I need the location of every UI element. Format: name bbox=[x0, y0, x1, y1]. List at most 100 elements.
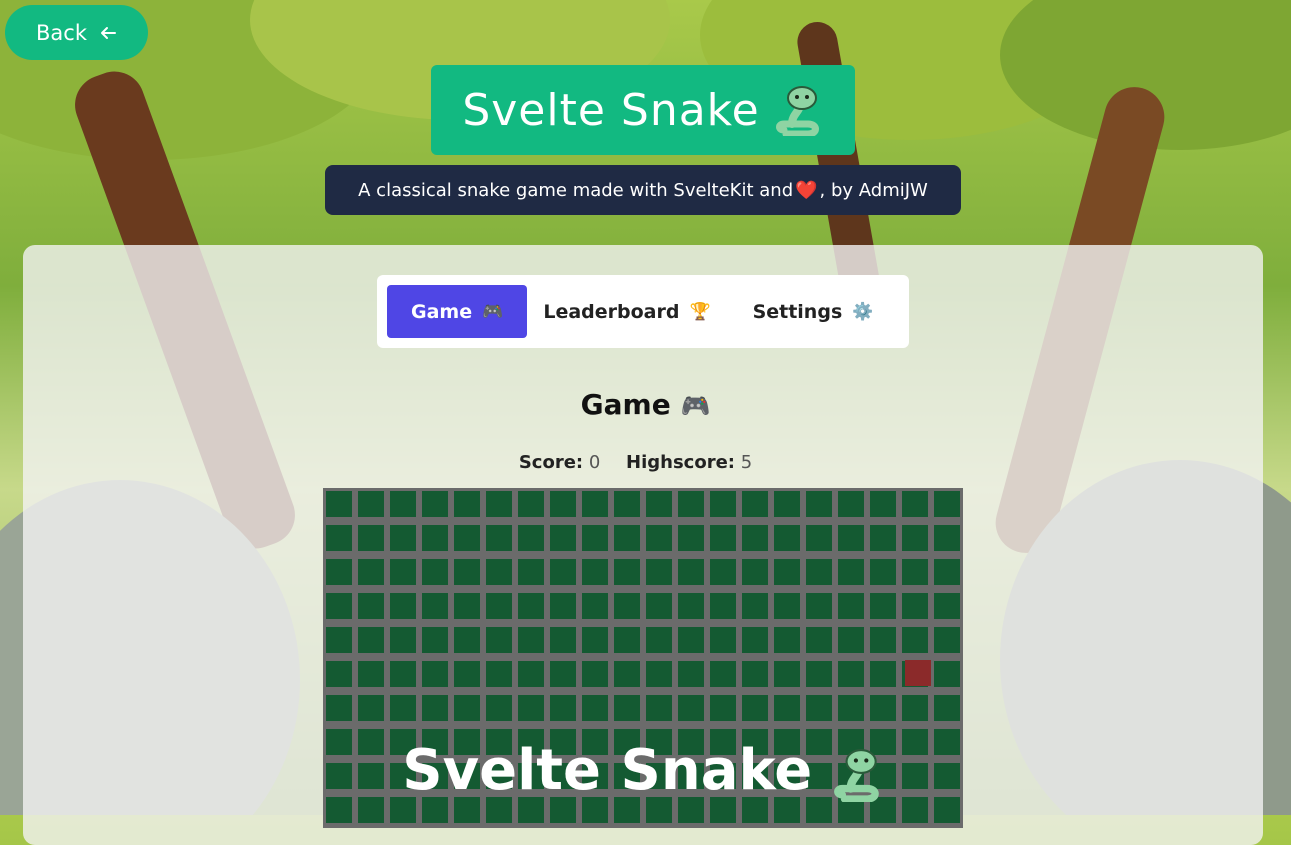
board-cell bbox=[710, 525, 736, 551]
board-cell bbox=[934, 661, 960, 687]
game-heading: Game 🎮 bbox=[0, 388, 1291, 421]
board-cell bbox=[838, 627, 864, 653]
app-title-banner: Svelte Snake bbox=[431, 65, 855, 155]
highscore-label: Highscore: bbox=[626, 452, 735, 473]
board-cell bbox=[934, 559, 960, 585]
board-cell bbox=[550, 491, 576, 517]
gamepad-icon: 🎮 bbox=[482, 301, 504, 322]
board-cell bbox=[582, 525, 608, 551]
board-cell bbox=[774, 491, 800, 517]
board-cell bbox=[550, 559, 576, 585]
board-cell bbox=[646, 559, 672, 585]
board-cell bbox=[486, 559, 512, 585]
tab-settings[interactable]: Settings ⚙️ bbox=[727, 285, 899, 338]
board-cell bbox=[326, 525, 352, 551]
board-cell bbox=[678, 627, 704, 653]
board-cell bbox=[806, 559, 832, 585]
board-cell bbox=[454, 627, 480, 653]
board-cell bbox=[838, 525, 864, 551]
board-cell bbox=[358, 559, 384, 585]
board-cell bbox=[774, 661, 800, 687]
board-cell bbox=[646, 695, 672, 721]
board-cell bbox=[646, 491, 672, 517]
board-cell bbox=[614, 695, 640, 721]
board-cell bbox=[838, 491, 864, 517]
trophy-icon: 🏆 bbox=[689, 301, 711, 322]
board-cell bbox=[806, 593, 832, 619]
board-cell bbox=[454, 491, 480, 517]
subtitle-text: A classical snake game made with SvelteK… bbox=[358, 179, 794, 201]
board-cell bbox=[678, 695, 704, 721]
board-cell bbox=[422, 695, 448, 721]
tab-bar: Game 🎮 Leaderboard 🏆 Settings ⚙️ bbox=[377, 275, 909, 348]
board-cell bbox=[486, 593, 512, 619]
board-cell bbox=[390, 627, 416, 653]
board-cell bbox=[518, 559, 544, 585]
board-cell bbox=[486, 661, 512, 687]
board-overlay-text: Svelte Snake bbox=[402, 738, 813, 803]
board-cell bbox=[870, 559, 896, 585]
gear-icon: ⚙️ bbox=[852, 301, 874, 322]
board-cell bbox=[422, 627, 448, 653]
tab-leaderboard[interactable]: Leaderboard 🏆 bbox=[527, 285, 727, 338]
board-cell bbox=[390, 593, 416, 619]
board-cell bbox=[454, 559, 480, 585]
board-cell bbox=[806, 695, 832, 721]
board-cell bbox=[550, 525, 576, 551]
score-value: 0 bbox=[588, 452, 601, 473]
board-cell bbox=[390, 661, 416, 687]
snake-icon-large bbox=[833, 748, 879, 802]
app-title: Svelte Snake bbox=[462, 84, 760, 136]
board-cell bbox=[422, 559, 448, 585]
board-cell bbox=[454, 695, 480, 721]
board-cell bbox=[422, 491, 448, 517]
board-cell bbox=[614, 559, 640, 585]
back-button[interactable]: Back bbox=[5, 5, 148, 60]
board-cell bbox=[550, 695, 576, 721]
board-cell bbox=[934, 593, 960, 619]
board-cell bbox=[710, 695, 736, 721]
board-cell bbox=[742, 593, 768, 619]
board-cell bbox=[646, 593, 672, 619]
board-cell bbox=[806, 627, 832, 653]
board-cell bbox=[390, 491, 416, 517]
board-cell bbox=[422, 525, 448, 551]
game-heading-text: Game bbox=[580, 388, 671, 421]
board-cell bbox=[774, 627, 800, 653]
board-cell bbox=[870, 593, 896, 619]
board-cell bbox=[934, 491, 960, 517]
board-cell bbox=[742, 695, 768, 721]
board-cell bbox=[742, 491, 768, 517]
board-cell bbox=[678, 661, 704, 687]
board-cell bbox=[486, 525, 512, 551]
board-cell bbox=[582, 559, 608, 585]
board-cell bbox=[582, 695, 608, 721]
board-cell bbox=[902, 491, 928, 517]
board-cell bbox=[614, 593, 640, 619]
board-cell bbox=[390, 559, 416, 585]
board-cell bbox=[934, 627, 960, 653]
board-cell bbox=[582, 593, 608, 619]
highscore-value: 5 bbox=[740, 452, 753, 473]
board-cell bbox=[486, 695, 512, 721]
board-cell bbox=[422, 661, 448, 687]
tab-leaderboard-label: Leaderboard bbox=[543, 300, 680, 323]
board-cell bbox=[358, 525, 384, 551]
board-cell bbox=[678, 525, 704, 551]
board-cell bbox=[774, 593, 800, 619]
board-cell bbox=[902, 525, 928, 551]
board-cell bbox=[838, 661, 864, 687]
board-cell bbox=[326, 661, 352, 687]
board-cell bbox=[518, 627, 544, 653]
board-cell bbox=[582, 627, 608, 653]
board-cell bbox=[614, 661, 640, 687]
board-cell bbox=[902, 627, 928, 653]
board-cell bbox=[774, 695, 800, 721]
board-cell bbox=[870, 695, 896, 721]
board-cell bbox=[678, 491, 704, 517]
board-cell bbox=[422, 593, 448, 619]
score-label: Score: bbox=[518, 452, 584, 473]
board-cell bbox=[614, 525, 640, 551]
board-cell bbox=[614, 627, 640, 653]
tab-game[interactable]: Game 🎮 bbox=[387, 285, 527, 338]
